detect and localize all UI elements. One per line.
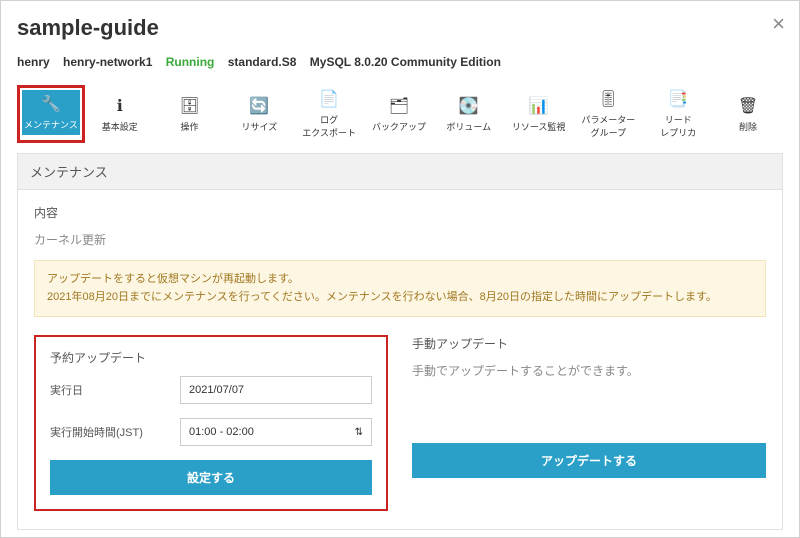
tab-label: リサイズ: [241, 120, 277, 133]
update-columns: 予約アップデート 実行日 実行開始時間(JST) 01:00 - 02:00 ⇅…: [34, 335, 766, 511]
update-button[interactable]: アップデートする: [412, 443, 766, 478]
tab-readreplica[interactable]: 📑 リード レプリカ: [643, 85, 713, 143]
tab-bar: 🔧 メンテナンス ℹ 基本設定 🗄 操作 🔄 リサイズ 📄 ログ エクスポート …: [17, 85, 783, 143]
tab-monitor[interactable]: 📊 リソース監視: [504, 85, 574, 143]
disk-icon: 💽: [459, 96, 479, 116]
meta-engine: MySQL 8.0.20 Community Edition: [310, 55, 501, 69]
scheduled-update-col: 予約アップデート 実行日 実行開始時間(JST) 01:00 - 02:00 ⇅…: [34, 335, 388, 511]
copy-icon: 📑: [668, 89, 688, 109]
tab-volume[interactable]: 💽 ボリューム: [434, 85, 504, 143]
scheduled-frame: 予約アップデート 実行日 実行開始時間(JST) 01:00 - 02:00 ⇅…: [34, 335, 388, 511]
time-select[interactable]: 01:00 - 02:00 ⇅: [180, 418, 372, 446]
refresh-icon: 🔄: [249, 96, 269, 116]
alert-line1: アップデートをすると仮想マシンが再起動します。: [47, 271, 753, 289]
meta-flavor: standard.S8: [228, 55, 297, 69]
warning-alert: アップデートをすると仮想マシンが再起動します。 2021年08月20日までにメン…: [34, 260, 766, 317]
active-tab-frame: 🔧 メンテナンス: [17, 85, 85, 143]
section-header: メンテナンス: [17, 153, 783, 189]
tab-label: リード レプリカ: [660, 113, 696, 139]
files-icon: 🗂: [389, 96, 409, 116]
time-label: 実行開始時間(JST): [50, 424, 180, 440]
meta-name: henry: [17, 55, 50, 69]
tab-label: ボリューム: [446, 120, 491, 133]
tab-basic[interactable]: ℹ 基本設定: [85, 85, 155, 143]
modal: × sample-guide henry henry-network1 Runn…: [0, 0, 800, 538]
alert-line2: 2021年08月20日までにメンテナンスを行ってください。メンテナンスを行わない…: [47, 289, 753, 307]
page-title: sample-guide: [17, 15, 783, 41]
content-label: 内容: [34, 204, 766, 221]
trash-icon: 🗑: [738, 96, 758, 116]
tab-label: 基本設定: [102, 120, 138, 133]
tab-label: バックアップ: [372, 120, 426, 133]
database-icon: 🗄: [179, 96, 199, 116]
tab-logexport[interactable]: 📄 ログ エクスポート: [294, 85, 364, 143]
file-icon: 📄: [319, 89, 339, 109]
date-input[interactable]: [180, 376, 372, 404]
tab-label: メンテナンス: [24, 118, 78, 131]
tab-delete[interactable]: 🗑 削除: [713, 85, 783, 143]
chart-icon: 📊: [529, 96, 549, 116]
tab-label: 操作: [181, 120, 199, 133]
tab-backup[interactable]: 🗂 バックアップ: [364, 85, 434, 143]
instance-meta: henry henry-network1 Running standard.S8…: [17, 55, 783, 69]
meta-status: Running: [166, 55, 215, 69]
manual-title: 手動アップデート: [412, 335, 766, 352]
tab-maintenance[interactable]: 🔧 メンテナンス: [22, 90, 80, 135]
tab-resize[interactable]: 🔄 リサイズ: [224, 85, 294, 143]
tab-label: ログ エクスポート: [302, 113, 356, 139]
time-row: 実行開始時間(JST) 01:00 - 02:00 ⇅: [50, 418, 372, 446]
date-row: 実行日: [50, 376, 372, 404]
tab-ops[interactable]: 🗄 操作: [155, 85, 225, 143]
chevron-updown-icon: ⇅: [355, 427, 363, 438]
tab-label: 削除: [739, 120, 757, 133]
tab-paramgroup[interactable]: 🎚 パラメーター グループ: [574, 85, 644, 143]
time-value: 01:00 - 02:00: [189, 426, 254, 438]
set-button[interactable]: 設定する: [50, 460, 372, 495]
manual-desc: 手動でアップデートすることができます。: [412, 362, 766, 379]
close-icon[interactable]: ×: [772, 11, 785, 37]
maintenance-panel: 内容 カーネル更新 アップデートをすると仮想マシンが再起動します。 2021年0…: [17, 189, 783, 530]
content-text: カーネル更新: [34, 231, 766, 248]
scheduled-title: 予約アップデート: [50, 349, 372, 366]
manual-update-col: 手動アップデート 手動でアップデートすることができます。 アップデートする: [412, 335, 766, 511]
tab-label: パラメーター グループ: [582, 113, 636, 139]
sliders-icon: 🎚: [598, 89, 618, 109]
info-icon: ℹ: [117, 96, 123, 116]
wrench-icon: 🔧: [41, 94, 61, 114]
date-label: 実行日: [50, 382, 180, 398]
tab-label: リソース監視: [512, 120, 566, 133]
meta-network: henry-network1: [63, 55, 152, 69]
